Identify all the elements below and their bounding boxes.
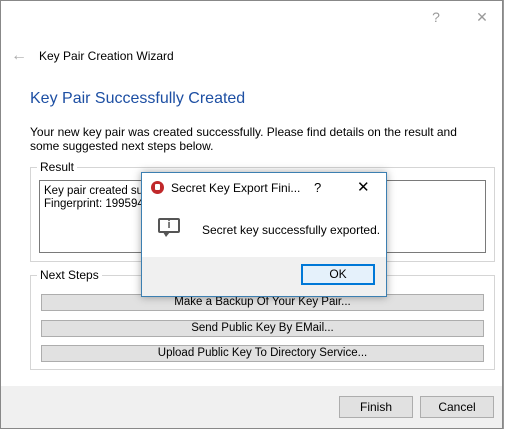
dialog-help-icon[interactable]: ? xyxy=(314,180,321,195)
close-icon[interactable]: ✕ xyxy=(472,7,492,27)
back-arrow-icon[interactable]: ← xyxy=(11,47,27,65)
kleopatra-app-icon xyxy=(151,181,164,194)
next-steps-label: Next Steps xyxy=(37,268,102,282)
dialog-close-icon[interactable]: ✕ xyxy=(357,178,370,196)
dialog-message: Secret key successfully exported. xyxy=(202,223,381,237)
page-description: Your new key pair was created successful… xyxy=(30,125,457,153)
background-window-edge xyxy=(503,0,507,429)
dialog-titlebar: Secret Key Export Fini... ? ✕ xyxy=(142,173,386,202)
page-title: Key Pair Successfully Created xyxy=(30,90,246,107)
wizard-button-bar: Finish Cancel xyxy=(1,386,502,428)
finish-button[interactable]: Finish xyxy=(339,396,413,418)
cancel-button[interactable]: Cancel xyxy=(420,396,494,418)
dialog-title: Secret Key Export Fini... xyxy=(171,181,301,195)
ok-button[interactable]: OK xyxy=(301,264,375,285)
send-public-key-email-button[interactable]: Send Public Key By EMail... xyxy=(41,320,484,337)
dialog-body: i Secret key successfully exported. xyxy=(142,202,386,257)
window-titlebar: ? ✕ xyxy=(1,1,502,33)
export-finished-dialog: Secret Key Export Fini... ? ✕ i Secret k… xyxy=(141,172,387,297)
upload-public-key-button[interactable]: Upload Public Key To Directory Service..… xyxy=(41,345,484,362)
help-icon[interactable]: ? xyxy=(426,7,446,27)
wizard-header: ← Key Pair Creation Wizard xyxy=(1,41,502,75)
result-group-label: Result xyxy=(37,160,78,174)
wizard-title: Key Pair Creation Wizard xyxy=(39,49,174,63)
message-info-icon: i xyxy=(158,218,180,237)
